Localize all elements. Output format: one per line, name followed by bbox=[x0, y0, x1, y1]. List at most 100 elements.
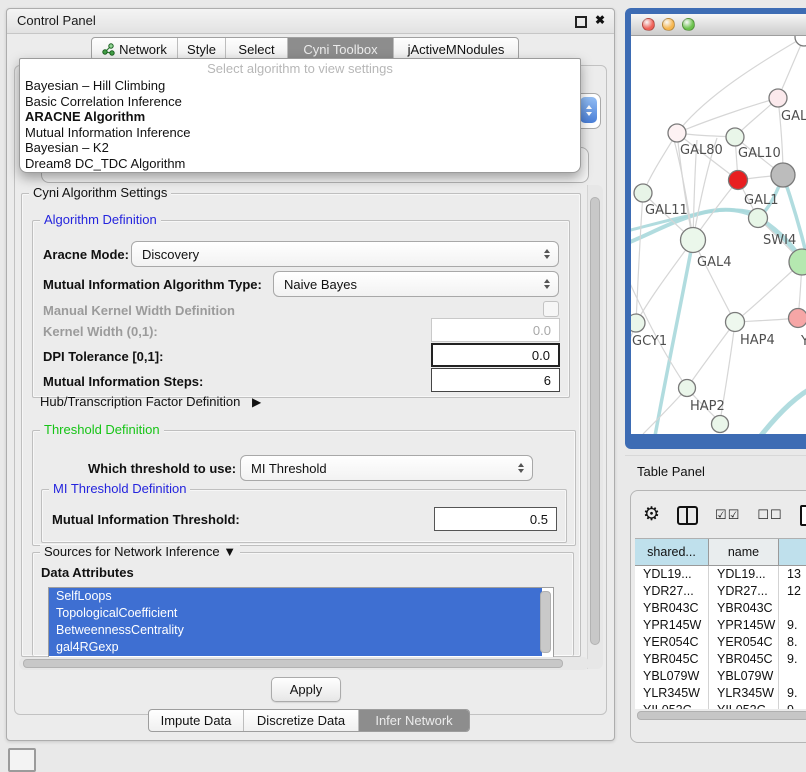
table-cell: 13 bbox=[779, 566, 806, 583]
table-row[interactable]: YBR043CYBR043C bbox=[635, 600, 806, 617]
table-horizontal-scrollbar[interactable] bbox=[635, 709, 806, 722]
scrollbar-thumb[interactable] bbox=[590, 197, 600, 645]
mi-steps-field[interactable]: 6 bbox=[431, 368, 560, 392]
minimize-window-icon[interactable] bbox=[662, 18, 675, 31]
kernel-width-field[interactable]: 0.0 bbox=[431, 318, 560, 342]
node-label: Y bbox=[800, 334, 806, 349]
table-row[interactable]: YLR345WYLR345W9. bbox=[635, 685, 806, 702]
tab-infer-network[interactable]: Infer Network bbox=[359, 710, 469, 731]
sources-group: Sources for Network Inference ▼ Data Att… bbox=[32, 552, 574, 656]
network-canvas[interactable]: GALGAL80GAL10GAL1GAL11SWI4GAL4GCY1HAP4YH… bbox=[631, 36, 806, 434]
network-window-titlebar[interactable] bbox=[631, 14, 806, 36]
tab-network[interactable]: Network bbox=[92, 38, 178, 60]
threshold-definition-group: Threshold Definition Which threshold to … bbox=[32, 430, 576, 546]
table-cell bbox=[779, 600, 806, 617]
dropdown-item[interactable]: Bayesian – Hill Climbing bbox=[20, 78, 580, 94]
tab-select[interactable]: Select bbox=[226, 38, 288, 60]
close-window-icon[interactable] bbox=[642, 18, 655, 31]
collapse-arrow-icon[interactable]: ▼ bbox=[223, 544, 236, 559]
dropdown-item[interactable]: Mutual Information Inference bbox=[20, 125, 580, 141]
settings-vertical-scrollbar[interactable] bbox=[587, 185, 603, 669]
graph-node[interactable] bbox=[631, 314, 645, 332]
tab-style[interactable]: Style bbox=[178, 38, 226, 60]
table-row[interactable]: YDR27...YDR27...12 bbox=[635, 583, 806, 600]
list-scrollbar[interactable] bbox=[540, 591, 551, 653]
table-row[interactable]: YBR045CYBR045C9. bbox=[635, 651, 806, 668]
graph-node[interactable] bbox=[679, 380, 696, 397]
graph-edge[interactable] bbox=[687, 322, 735, 388]
file-icon[interactable] bbox=[800, 505, 806, 526]
window-title: Control Panel bbox=[17, 13, 96, 28]
manual-kernel-checkbox[interactable] bbox=[543, 301, 559, 317]
graph-node[interactable] bbox=[789, 309, 806, 328]
attribute-list-item[interactable]: TopologicalCoefficient bbox=[49, 605, 542, 622]
graph-edge[interactable] bbox=[778, 38, 804, 98]
attribute-list-item[interactable]: BetweennessCentrality bbox=[49, 622, 542, 639]
graph-node[interactable] bbox=[681, 228, 706, 253]
graph-node[interactable] bbox=[769, 89, 787, 107]
table-row[interactable]: YPR145WYPR145W9. bbox=[635, 617, 806, 634]
table-row[interactable]: YDL19...YDL19...13 bbox=[635, 566, 806, 583]
attribute-list-item[interactable]: gal4RGexp bbox=[49, 639, 542, 656]
aracne-mode-combo[interactable]: Discovery bbox=[131, 241, 559, 267]
table-cell: YBL079W bbox=[709, 668, 779, 685]
graph-edge[interactable] bbox=[693, 240, 735, 322]
table-row[interactable]: YBL079WYBL079W bbox=[635, 668, 806, 685]
tab-impute-data[interactable]: Impute Data bbox=[149, 710, 244, 731]
graph-node[interactable] bbox=[712, 416, 729, 433]
table-toolbar: ⚙ ☑☑ ☐☐ bbox=[643, 503, 806, 527]
graph-edge[interactable] bbox=[759, 385, 806, 434]
apply-button[interactable]: Apply bbox=[271, 677, 341, 702]
attribute-list-item[interactable]: SelfLoops bbox=[49, 588, 542, 605]
data-attributes-list[interactable]: SelfLoopsTopologicalCoefficientBetweenne… bbox=[48, 587, 554, 658]
window-close-icon[interactable]: ✖ bbox=[595, 13, 605, 27]
mi-type-value: Naive Bayes bbox=[274, 277, 539, 292]
column-header-name[interactable]: name bbox=[709, 539, 779, 565]
hide-columns-icon[interactable]: ☐☐ bbox=[757, 507, 782, 523]
combo-stepper-icon[interactable] bbox=[580, 97, 597, 123]
graph-edge[interactable] bbox=[643, 388, 687, 434]
column-header-a[interactable]: A bbox=[779, 539, 806, 565]
dpi-tolerance-field[interactable]: 0.0 bbox=[431, 343, 560, 367]
group-title: Cyni Algorithm Settings bbox=[29, 186, 171, 200]
column-header-shared[interactable]: shared... bbox=[635, 539, 709, 565]
combo-stepper-icon bbox=[539, 279, 554, 290]
aracne-mode-value: Discovery bbox=[132, 247, 539, 262]
split-columns-icon[interactable] bbox=[677, 506, 698, 525]
zoom-window-icon[interactable] bbox=[682, 18, 695, 31]
graph-node[interactable] bbox=[668, 124, 686, 142]
tab-label: Style bbox=[187, 42, 216, 57]
graph-node[interactable] bbox=[771, 163, 795, 187]
node-label: GAL80 bbox=[680, 143, 723, 158]
table-cell: YBR045C bbox=[635, 651, 709, 668]
graph-node[interactable] bbox=[729, 171, 748, 190]
network-graph[interactable]: GALGAL80GAL10GAL1GAL11SWI4GAL4GCY1HAP4YH… bbox=[631, 36, 806, 434]
gear-icon[interactable]: ⚙ bbox=[643, 505, 660, 525]
which-threshold-combo[interactable]: MI Threshold bbox=[240, 455, 533, 481]
graph-node[interactable] bbox=[749, 209, 768, 228]
table-row[interactable]: YER054CYER054C8. bbox=[635, 634, 806, 651]
hub-definition-toggle[interactable]: Hub/Transcription Factor Definition ▶ bbox=[40, 394, 261, 409]
tab-jactivemnodules[interactable]: jActiveMNodules bbox=[394, 38, 518, 60]
mi-type-combo[interactable]: Naive Bayes bbox=[273, 271, 559, 297]
scrollbar-thumb[interactable] bbox=[23, 659, 563, 668]
graph-node[interactable] bbox=[795, 36, 806, 46]
dropdown-item[interactable]: Bayesian – K2 bbox=[20, 140, 580, 156]
show-columns-icon[interactable]: ☑☑ bbox=[715, 507, 740, 523]
docked-panel-icon[interactable] bbox=[8, 748, 36, 772]
expand-arrow-icon[interactable]: ▶ bbox=[252, 395, 261, 409]
tab-cyni-toolbox[interactable]: Cyni Toolbox bbox=[288, 38, 394, 60]
scrollbar-thumb[interactable] bbox=[637, 711, 806, 720]
settings-horizontal-scrollbar[interactable] bbox=[19, 657, 589, 670]
tab-discretize-data[interactable]: Discretize Data bbox=[244, 710, 359, 731]
graph-node[interactable] bbox=[634, 184, 652, 202]
graph-node[interactable] bbox=[726, 313, 745, 332]
window-float-icon[interactable] bbox=[575, 16, 587, 28]
mi-threshold-field[interactable]: 0.5 bbox=[434, 507, 557, 531]
graph-node[interactable] bbox=[726, 128, 744, 146]
mi-steps-value: 6 bbox=[544, 373, 551, 388]
graph-edge[interactable] bbox=[643, 133, 677, 193]
dropdown-item[interactable]: Basic Correlation Inference bbox=[20, 94, 580, 110]
dropdown-item[interactable]: Dream8 DC_TDC Algorithm bbox=[20, 156, 580, 172]
dropdown-item[interactable]: ARACNE Algorithm bbox=[20, 109, 580, 125]
